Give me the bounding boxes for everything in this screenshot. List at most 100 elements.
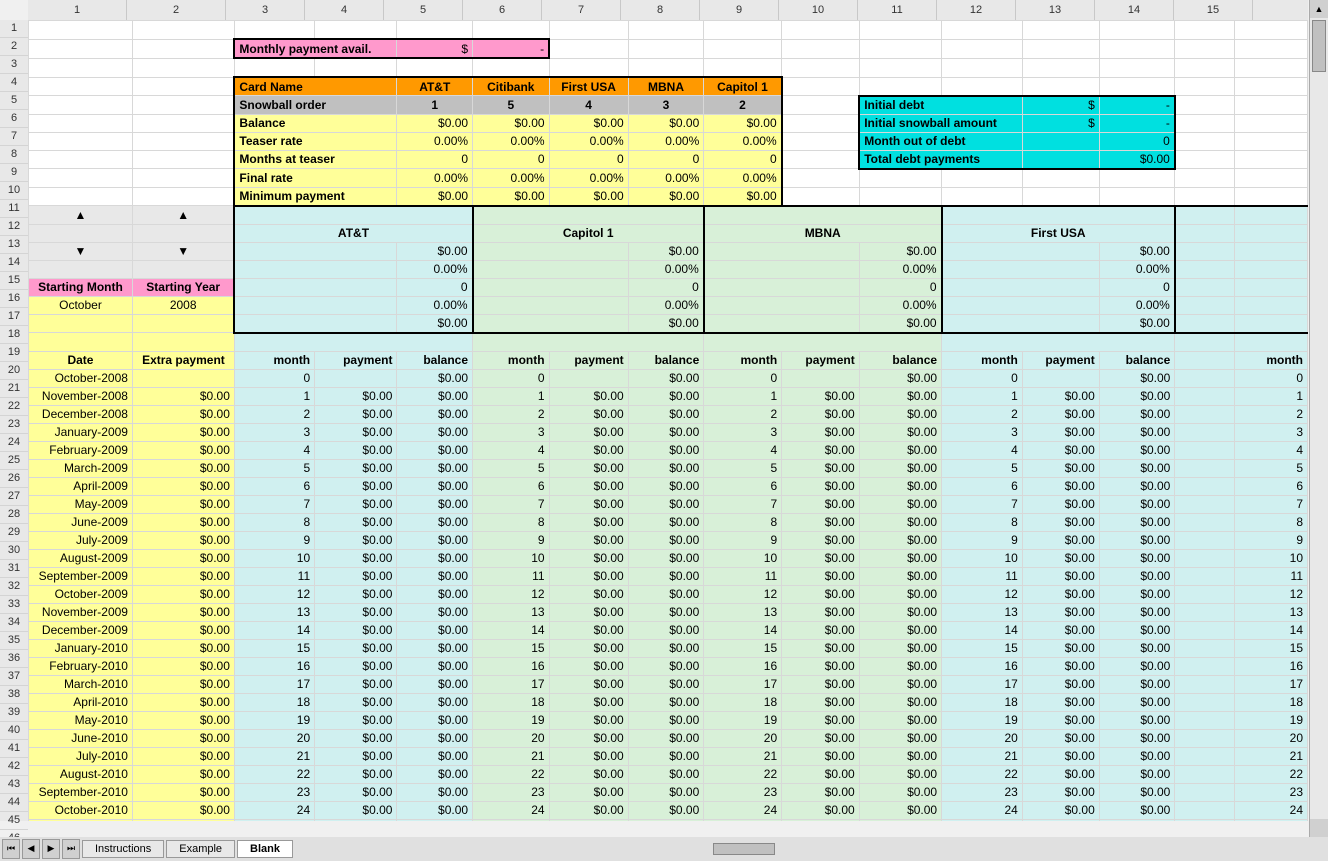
cell[interactable]: month bbox=[942, 351, 1023, 369]
row-header[interactable]: 2 bbox=[0, 38, 28, 56]
cell[interactable]: 19 bbox=[234, 711, 314, 729]
cell[interactable]: $0.00 bbox=[132, 657, 234, 675]
cell[interactable] bbox=[1175, 657, 1235, 675]
cell[interactable]: 21 bbox=[473, 747, 550, 765]
cell[interactable] bbox=[234, 333, 472, 352]
cell[interactable]: $0.00 bbox=[1022, 819, 1099, 821]
cell[interactable]: month bbox=[234, 351, 314, 369]
cell[interactable]: 15 bbox=[704, 639, 782, 657]
cell[interactable] bbox=[782, 58, 860, 77]
cell[interactable]: 5 bbox=[473, 96, 550, 115]
row-header[interactable]: 44 bbox=[0, 794, 28, 812]
cell[interactable]: $0.00 bbox=[1022, 567, 1099, 585]
cell[interactable]: May-2010 bbox=[29, 711, 133, 729]
cell[interactable]: August-2009 bbox=[29, 549, 133, 567]
cell[interactable]: 0.00% bbox=[628, 296, 704, 314]
cell[interactable] bbox=[1175, 747, 1235, 765]
cell[interactable]: $0.00 bbox=[1022, 783, 1099, 801]
cell[interactable]: 21 bbox=[942, 747, 1023, 765]
cell[interactable] bbox=[234, 296, 397, 314]
cell[interactable]: 7 bbox=[704, 495, 782, 513]
cell[interactable] bbox=[1235, 169, 1308, 188]
cell[interactable] bbox=[942, 296, 1100, 314]
cell[interactable]: $0.00 bbox=[859, 441, 941, 459]
cell[interactable]: $0.00 bbox=[628, 549, 704, 567]
cell[interactable]: balance bbox=[628, 351, 704, 369]
cell[interactable]: $0.00 bbox=[397, 585, 473, 603]
cell[interactable]: $0.00 bbox=[1022, 801, 1099, 819]
cell[interactable]: 0.00% bbox=[628, 169, 704, 188]
cell[interactable]: $0.00 bbox=[1099, 150, 1175, 169]
cell[interactable]: 0.00% bbox=[473, 132, 550, 150]
cell[interactable]: $0.00 bbox=[704, 187, 782, 206]
cell[interactable]: 22 bbox=[473, 765, 550, 783]
cell[interactable] bbox=[29, 132, 133, 150]
cell[interactable]: $0.00 bbox=[1099, 423, 1175, 441]
cell[interactable] bbox=[942, 39, 1023, 58]
cell[interactable]: $0.00 bbox=[132, 783, 234, 801]
cell[interactable]: $0.00 bbox=[132, 801, 234, 819]
row-header[interactable]: 13 bbox=[0, 236, 28, 254]
cell[interactable]: 3 bbox=[704, 423, 782, 441]
cell[interactable] bbox=[1235, 58, 1308, 77]
cell[interactable]: 18 bbox=[234, 693, 314, 711]
cell[interactable] bbox=[1175, 278, 1235, 296]
cell[interactable]: 8 bbox=[234, 513, 314, 531]
cell[interactable] bbox=[1175, 39, 1235, 58]
cell[interactable] bbox=[859, 58, 941, 77]
cell[interactable]: 16 bbox=[942, 657, 1023, 675]
cell[interactable]: 20 bbox=[942, 729, 1023, 747]
cell[interactable]: $0.00 bbox=[782, 765, 860, 783]
month-up-button[interactable]: ▲ bbox=[29, 206, 133, 225]
cell[interactable]: $0.00 bbox=[397, 549, 473, 567]
cell[interactable]: $0.00 bbox=[397, 621, 473, 639]
vertical-scrollbar[interactable]: ▲ ▼ bbox=[1309, 0, 1328, 837]
cell[interactable] bbox=[704, 21, 782, 40]
cell[interactable]: 0 bbox=[859, 278, 941, 296]
row-header[interactable]: 27 bbox=[0, 488, 28, 506]
cell[interactable] bbox=[1235, 242, 1308, 260]
cell[interactable] bbox=[1175, 169, 1235, 188]
cell[interactable]: $0.00 bbox=[859, 747, 941, 765]
cell[interactable] bbox=[1235, 314, 1308, 333]
cell[interactable]: $0.00 bbox=[549, 711, 628, 729]
cell[interactable]: $0.00 bbox=[1022, 549, 1099, 567]
cell[interactable] bbox=[782, 77, 860, 96]
cell[interactable]: 0.00% bbox=[628, 132, 704, 150]
cell[interactable]: $0.00 bbox=[132, 639, 234, 657]
cell[interactable] bbox=[132, 39, 234, 58]
cell[interactable]: $0.00 bbox=[1099, 603, 1175, 621]
cell[interactable] bbox=[859, 187, 941, 206]
cell[interactable]: $0.00 bbox=[628, 819, 704, 821]
cell[interactable]: October bbox=[29, 296, 133, 314]
cell[interactable]: 18 bbox=[1235, 693, 1308, 711]
row-header[interactable]: 12 bbox=[0, 218, 28, 236]
cell[interactable]: $0.00 bbox=[1099, 621, 1175, 639]
cell[interactable] bbox=[1235, 132, 1308, 150]
cell[interactable] bbox=[1099, 187, 1175, 206]
cell[interactable] bbox=[234, 278, 397, 296]
cell[interactable]: $0.00 bbox=[315, 819, 397, 821]
cell[interactable] bbox=[942, 278, 1100, 296]
cell[interactable] bbox=[549, 39, 628, 58]
cell[interactable]: 8 bbox=[704, 513, 782, 531]
cell[interactable] bbox=[132, 260, 234, 278]
cell[interactable] bbox=[704, 333, 942, 352]
cell[interactable]: $0.00 bbox=[549, 495, 628, 513]
cell[interactable]: 19 bbox=[704, 711, 782, 729]
cell[interactable] bbox=[859, 39, 941, 58]
cell[interactable]: 14 bbox=[704, 621, 782, 639]
cell[interactable]: 23 bbox=[704, 783, 782, 801]
cell[interactable]: $0.00 bbox=[628, 459, 704, 477]
cell[interactable] bbox=[1022, 169, 1099, 188]
cell[interactable]: MBNA bbox=[628, 77, 704, 96]
cell[interactable]: February-2010 bbox=[29, 657, 133, 675]
cell[interactable] bbox=[1175, 369, 1235, 387]
cell[interactable]: 1 bbox=[704, 387, 782, 405]
cell[interactable]: 0.00% bbox=[859, 296, 941, 314]
cell[interactable]: $0.00 bbox=[782, 567, 860, 585]
row-header[interactable]: 10 bbox=[0, 182, 28, 200]
cell[interactable] bbox=[29, 224, 133, 242]
cell[interactable] bbox=[1235, 296, 1308, 314]
cell[interactable] bbox=[942, 77, 1023, 96]
